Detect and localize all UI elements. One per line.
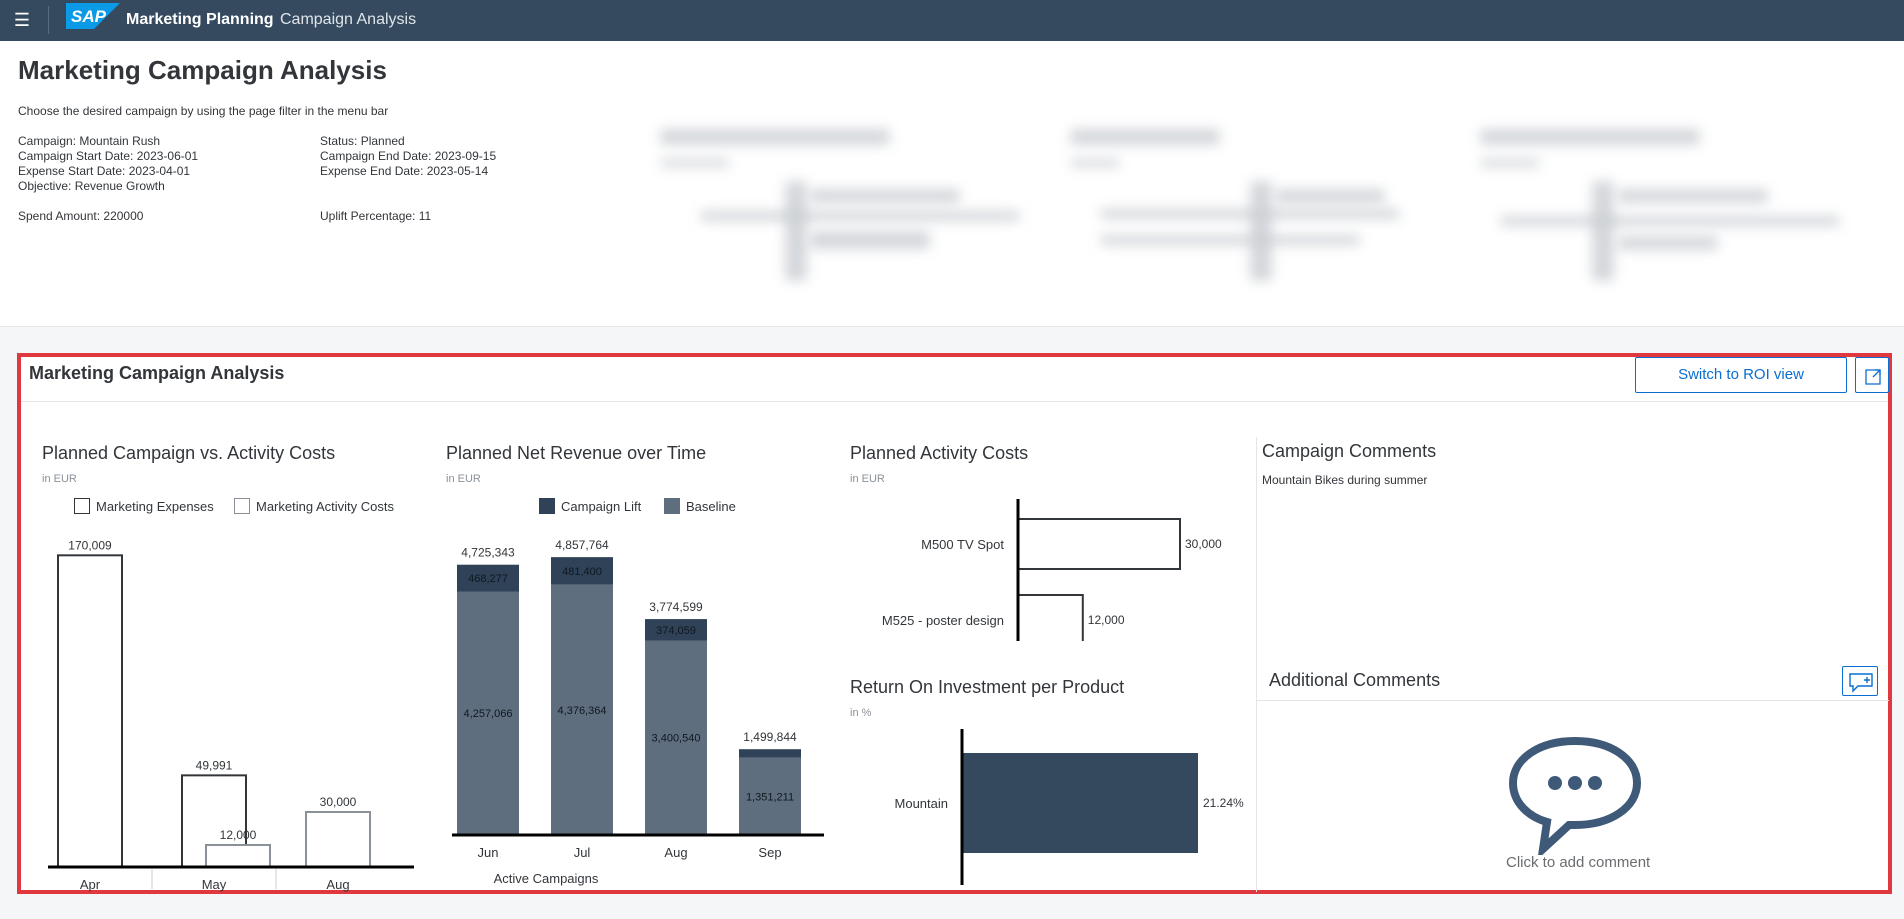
additional-comments-title: Additional Comments	[1269, 670, 1441, 690]
campaign-info-left: Campaign: Mountain Rush Campaign Start D…	[18, 134, 198, 194]
add-comment-button[interactable]	[1842, 666, 1878, 696]
chart2-tick-label: Sep	[758, 845, 781, 860]
chart2-tick-label: Jul	[574, 845, 591, 860]
chart1-legend-activity[interactable]: Marketing Activity Costs	[234, 498, 394, 514]
chart2-baseline-label: 3,400,540	[652, 733, 701, 745]
app-title[interactable]: Marketing Planning	[126, 10, 274, 30]
chart4-title: Return On Investment per Product	[850, 677, 1125, 697]
info-status: Status: Planned	[320, 134, 405, 148]
chart3-data-label: 30,000	[1185, 537, 1222, 551]
chart2-tick-label: Jun	[478, 845, 499, 860]
chart4-plot: 21.24% Mountain	[895, 729, 1244, 885]
chart3-category-label: M500 TV Spot	[921, 537, 1004, 552]
chart1-bar-activity	[305, 811, 371, 868]
comment-bubble-icon[interactable]	[1505, 735, 1645, 855]
legend-swatch-lift	[539, 498, 555, 514]
additional-comments-divider	[1257, 700, 1889, 701]
chart2-total-label: 1,499,844	[743, 730, 797, 744]
page-title-shell: Campaign Analysis	[280, 11, 417, 28]
chart3-title: Planned Activity Costs	[850, 443, 1029, 463]
chart1-unit: in EUR	[42, 473, 77, 485]
chart2-title: Planned Net Revenue over Time	[446, 443, 707, 463]
chart1-data-label: 30,000	[320, 795, 357, 809]
legend-swatch-baseline	[664, 498, 680, 514]
chart1-data-label: 170,009	[68, 538, 112, 552]
campaign-comments-text: Mountain Bikes during summer	[1262, 473, 1428, 487]
chart1-tick-label: Aug	[326, 877, 349, 892]
legend-label-activity: Marketing Activity Costs	[256, 498, 394, 514]
chart3-data-label: 12,000	[1088, 613, 1125, 627]
expand-icon	[1865, 369, 1881, 385]
chart2-total-label: 4,725,343	[461, 546, 515, 560]
legend-swatch-activity	[234, 498, 250, 514]
add-comment-icon	[1849, 673, 1873, 693]
chart1-title: Planned Campaign vs. Activity Costs	[42, 443, 336, 463]
campaign-analysis-panel: Marketing Campaign Analysis Switch to RO…	[17, 353, 1892, 894]
chart1-tick-label: May	[202, 877, 227, 892]
sap-logo[interactable]: SAP	[66, 3, 120, 29]
info-campaign-start: Campaign Start Date: 2023-06-01	[18, 149, 199, 163]
chart1-plot: 170,009 Apr 49,991 12,000 May 30,000 Aug	[48, 538, 414, 892]
chart2-tick-label: Aug	[664, 845, 687, 860]
chart2-bar-lift	[739, 749, 801, 758]
chart2-x-axis-title: Active Campaigns	[494, 871, 599, 886]
chart2-lift-label: 481,400	[562, 566, 602, 578]
panel-title: Marketing Campaign Analysis	[29, 363, 285, 383]
chart2-baseline-label: 1,351,211	[746, 791, 794, 803]
shell-bar: ☰ SAP Marketing Planning Campaign Analys…	[0, 0, 1904, 41]
panel-divider	[21, 401, 1888, 402]
info-spend: Spend Amount: 220000	[18, 209, 144, 223]
click-to-add-comment[interactable]: Click to add comment	[1506, 854, 1650, 871]
chart2-lift-label: 374,059	[656, 625, 696, 637]
legend-label-baseline: Baseline	[686, 498, 736, 514]
page-subtitle: Choose the desired campaign by using the…	[18, 104, 389, 118]
info-uplift: Uplift Percentage: 11	[320, 209, 432, 223]
page-title: Marketing Campaign Analysis	[18, 55, 387, 85]
chart3-bar	[1017, 594, 1084, 641]
chart1-bar-expenses	[57, 554, 123, 868]
story-header: Marketing Campaign Analysis Choose the d…	[0, 41, 1904, 327]
legend-label-lift: Campaign Lift	[561, 498, 642, 514]
chart4-unit: in %	[850, 707, 872, 719]
expand-button[interactable]	[1855, 357, 1889, 393]
chart3-category-label: M525 - poster design	[882, 613, 1004, 628]
chart2-baseline-label: 4,257,066	[464, 708, 513, 720]
chart1-tick-label: Apr	[80, 877, 101, 892]
chart1-bar-activity	[205, 844, 271, 868]
chart3-unit: in EUR	[850, 473, 885, 485]
info-expense-end: Expense End Date: 2023-05-14	[320, 164, 489, 178]
chart4-bar	[962, 753, 1198, 853]
chart4-data-label: 21.24%	[1203, 796, 1244, 810]
info-objective: Objective: Revenue Growth	[18, 179, 165, 193]
info-campaign-end: Campaign End Date: 2023-09-15	[320, 149, 497, 163]
chart1-data-label: 49,991	[196, 758, 233, 772]
chart2-lift-label: 468,277	[468, 573, 508, 585]
info-expense-start: Expense Start Date: 2023-04-01	[18, 164, 191, 178]
shell-separator	[48, 6, 49, 34]
chart4-category-label: Mountain	[895, 796, 948, 811]
legend-label-expenses: Marketing Expenses	[96, 498, 214, 514]
comments-column-divider	[1256, 437, 1257, 892]
campaign-comments-title: Campaign Comments	[1262, 441, 1437, 461]
chart2-plot: 4,725,343 468,277 4,257,066 Jun 4,857,764 481…	[452, 538, 824, 886]
chart2-baseline-label: 4,376,364	[558, 705, 607, 717]
chart2-legend-baseline[interactable]: Baseline	[664, 498, 736, 514]
legend-swatch-expenses	[74, 498, 90, 514]
campaign-info-right: Status: Planned Campaign End Date: 2023-…	[320, 134, 496, 179]
sap-logo-text: SAP	[71, 7, 107, 26]
chart2-legend-lift[interactable]: Campaign Lift	[539, 498, 641, 514]
chart2-unit: in EUR	[446, 473, 481, 485]
chart1-data-label: 12,000	[220, 828, 257, 842]
info-campaign: Campaign: Mountain Rush	[18, 134, 161, 148]
chart3-plot: 30,000 M500 TV Spot 12,000 M525 - poster de…	[882, 499, 1222, 641]
chart1-legend-expenses[interactable]: Marketing Expenses	[74, 498, 214, 514]
chart3-bar	[1017, 518, 1181, 570]
hamburger-menu-icon[interactable]: ☰	[12, 10, 32, 30]
chart2-total-label: 3,774,599	[649, 600, 703, 614]
switch-roi-view-button[interactable]: Switch to ROI view	[1635, 357, 1847, 393]
chart2-total-label: 4,857,764	[555, 538, 609, 552]
